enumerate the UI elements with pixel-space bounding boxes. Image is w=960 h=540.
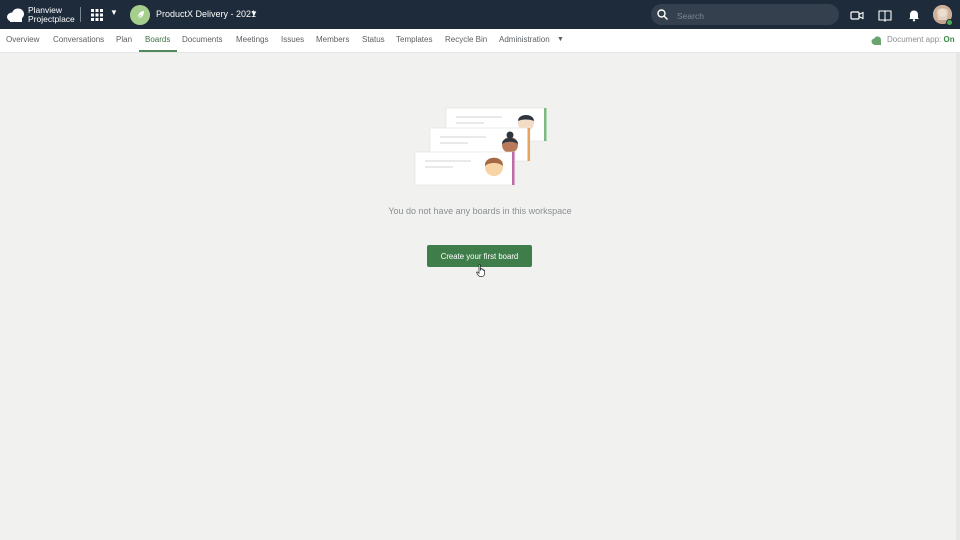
tab-status[interactable]: Status: [362, 35, 385, 44]
document-app-status[interactable]: Document app: On: [887, 35, 955, 44]
topbar-divider: [80, 7, 81, 22]
top-bar: Planview Projectplace ▼ ProductX Deliver…: [0, 0, 960, 29]
planview-logo[interactable]: Planview Projectplace: [6, 5, 76, 25]
empty-state-message: You do not have any boards in this works…: [388, 206, 572, 216]
cloud-icon: [871, 36, 882, 45]
bell-icon[interactable]: [907, 8, 921, 22]
boards-empty-illustration: [414, 107, 547, 186]
illustration-card-front: [414, 151, 516, 186]
tab-documents[interactable]: Documents: [182, 35, 222, 44]
workspace-chevron-down-icon[interactable]: ▼: [250, 9, 258, 18]
tab-administration[interactable]: Administration: [499, 35, 550, 44]
tab-conversations[interactable]: Conversations: [53, 35, 104, 44]
cloud-logo-icon: [7, 8, 24, 22]
logo-text: Planview Projectplace: [28, 6, 75, 24]
workspace-name[interactable]: ProductX Delivery - 2021: [156, 9, 256, 19]
active-tab-indicator: [139, 50, 177, 52]
document-app-label: Document app:: [887, 35, 942, 44]
workspace-tab-bar: Overview Conversations Plan Boards Docum…: [0, 29, 960, 53]
tab-issues[interactable]: Issues: [281, 35, 304, 44]
logo-line-2: Projectplace: [28, 14, 75, 24]
book-icon[interactable]: [878, 8, 892, 22]
tab-meetings[interactable]: Meetings: [236, 35, 268, 44]
tab-overview[interactable]: Overview: [6, 35, 39, 44]
administration-chevron-down-icon[interactable]: ▼: [557, 36, 564, 43]
tab-boards[interactable]: Boards: [145, 35, 170, 44]
online-status-dot: [946, 19, 953, 26]
tab-plan[interactable]: Plan: [116, 35, 132, 44]
workspace-leaf-icon: [136, 11, 144, 20]
tab-recycle-bin[interactable]: Recycle Bin: [445, 35, 487, 44]
app-grid-icon[interactable]: [90, 8, 104, 22]
workspace-avatar[interactable]: [130, 5, 150, 25]
scrollbar[interactable]: [956, 52, 960, 540]
app-menu-chevron-down-icon[interactable]: ▼: [110, 8, 118, 17]
search-icon: [657, 9, 668, 20]
search-box[interactable]: [651, 4, 839, 25]
tab-templates[interactable]: Templates: [396, 35, 432, 44]
document-app-state: On: [943, 35, 955, 44]
hand-cursor-icon: [476, 264, 485, 277]
search-input[interactable]: [675, 8, 834, 23]
tab-members[interactable]: Members: [316, 35, 349, 44]
video-icon[interactable]: [850, 8, 864, 22]
